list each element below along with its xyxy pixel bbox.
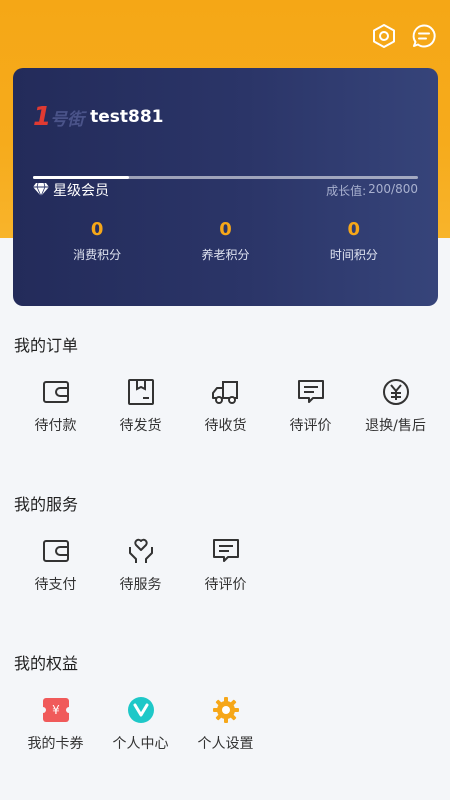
svg-text:¥: ¥	[52, 703, 60, 717]
points-item-time[interactable]: 0 时间积分	[290, 218, 418, 263]
username: test881	[90, 107, 164, 127]
orders-grid: 待付款 待发货 待收货 待评价 退换/售后	[13, 377, 438, 435]
order-pending-review[interactable]: 待评价	[268, 377, 353, 435]
coupon-icon: ¥	[41, 695, 71, 725]
member-card[interactable]: 1 号街 test881 星级会员 成长值: 200/800 0 消费积分 0 …	[13, 68, 438, 306]
point-label: 养老积分	[201, 248, 250, 262]
service-pending-service[interactable]: 待服务	[98, 536, 183, 594]
comment-icon	[211, 536, 241, 566]
grid-label: 待付款	[34, 418, 77, 434]
point-label: 消费积分	[73, 248, 122, 262]
brand-logo: 1 号街	[33, 102, 85, 132]
growth-progress-bar	[33, 176, 418, 179]
order-pending-receipt[interactable]: 待收货	[183, 377, 268, 435]
benefits-title: 我的权益	[14, 654, 79, 673]
grid-label: 待评价	[289, 418, 332, 434]
settings-hex-icon[interactable]	[370, 22, 398, 50]
point-value: 0	[219, 219, 232, 240]
benefits-grid: ¥ 我的卡券 个人中心 个人设置	[13, 695, 438, 753]
grid-label: 待评价	[204, 577, 247, 593]
diamond-icon	[33, 181, 49, 200]
benefit-my-coupons[interactable]: ¥ 我的卡券	[13, 695, 98, 753]
yen-refund-icon	[381, 377, 411, 407]
grid-label: 待发货	[119, 418, 162, 434]
comment-icon	[296, 377, 326, 407]
grid-label: 我的卡券	[27, 736, 84, 752]
growth-label: 成长值:	[326, 183, 367, 198]
point-label: 时间积分	[329, 248, 378, 262]
heart-hand-icon	[126, 536, 156, 566]
level-label: 星级会员	[53, 183, 109, 199]
order-pending-shipment[interactable]: 待发货	[98, 377, 183, 435]
package-icon	[126, 377, 156, 407]
growth-number: 200/800	[368, 181, 418, 196]
service-pending-payment[interactable]: 待支付	[13, 536, 98, 594]
growth-progress-fill	[33, 176, 130, 179]
point-value: 0	[90, 219, 104, 240]
grid-label: 待服务	[119, 577, 162, 593]
wallet-icon	[41, 377, 71, 407]
order-after-sales[interactable]: 退换/售后	[353, 377, 438, 435]
points-item-consume[interactable]: 0 消费积分	[33, 218, 161, 263]
orders-title: 我的订单	[14, 336, 79, 355]
grid-label: 待支付	[34, 577, 77, 593]
services-title: 我的服务	[14, 495, 79, 514]
points-row: 0 消费积分 0 养老积分 0 时间积分	[33, 218, 418, 263]
service-pending-review[interactable]: 待评价	[183, 536, 268, 594]
growth-value: 成长值: 200/800	[326, 182, 418, 199]
grid-label: 个人设置	[197, 736, 254, 752]
gear-icon	[211, 695, 241, 725]
services-grid: 待支付 待服务 待评价	[13, 536, 438, 594]
benefit-personal-center[interactable]: 个人中心	[98, 695, 183, 753]
level-badge: 星级会员	[33, 180, 109, 200]
point-value: 0	[347, 219, 361, 240]
grid-label: 退换/售后	[365, 418, 426, 434]
level-row: 星级会员 成长值: 200/800	[33, 180, 418, 200]
top-actions	[370, 22, 438, 50]
message-icon[interactable]	[410, 22, 438, 50]
benefit-personal-settings[interactable]: 个人设置	[183, 695, 268, 753]
wallet-icon	[41, 536, 71, 566]
order-pending-payment[interactable]: 待付款	[13, 377, 98, 435]
grid-label: 待收货	[204, 418, 247, 434]
truck-icon	[211, 377, 241, 407]
points-item-pension[interactable]: 0 养老积分	[161, 218, 289, 263]
v-badge-icon	[126, 695, 156, 725]
brand-row: 1 号街 test881	[33, 104, 163, 130]
grid-label: 个人中心	[112, 736, 169, 752]
